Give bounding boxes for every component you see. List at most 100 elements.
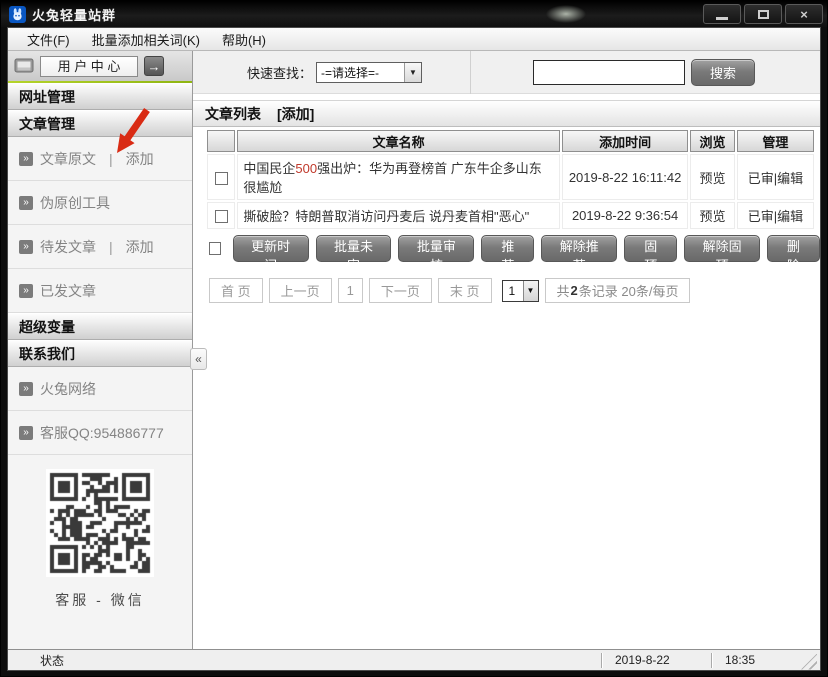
next-page-button[interactable]: 下一页: [369, 278, 432, 303]
unrecommend-button[interactable]: 解除推荐: [541, 235, 617, 262]
keyword-highlight: 500: [295, 161, 317, 176]
add-article-link[interactable]: [添加]: [277, 104, 314, 124]
quick-find-select[interactable]: -=请选择=- ▼: [316, 62, 422, 83]
sidebar-section-article-management[interactable]: 文章管理: [8, 110, 192, 137]
article-title: 撕破脸？特朗普取消访问丹麦后 说丹麦首相"恶心": [237, 202, 560, 229]
sidebar-section-super-variables[interactable]: 超级变量: [8, 313, 192, 340]
pagination: 首 页 上一页 1 下一页 末 页 1 ▼ 共2条记录 20条/每页: [209, 278, 820, 303]
close-icon: ×: [800, 7, 808, 22]
article-list-header: 文章列表 [添加]: [193, 100, 820, 127]
divider: [470, 51, 471, 94]
sidebar-section-contact-us[interactable]: 联系我们: [8, 340, 192, 367]
column-manage: 管理: [737, 130, 814, 152]
sidebar-item-label: 客服QQ:954886777: [40, 423, 164, 443]
table-row: 撕破脸？特朗普取消访问丹麦后 说丹麦首相"恶心" 2019-8-22 9:36:…: [207, 202, 814, 229]
sidebar-item-label: 已发文章: [40, 281, 96, 301]
chevron-right-icon: »: [19, 196, 33, 210]
record-count: 2: [571, 283, 578, 298]
article-time: 2019-8-22 16:11:42: [562, 154, 688, 200]
content-area: 用 户 中 心 → 网址管理 文章管理 » 文章原文 | 添加 » 伪原创工具: [8, 51, 820, 649]
titlebar: 火兔轻量站群 ×: [1, 1, 827, 27]
column-checkbox: [207, 130, 235, 152]
search-input[interactable]: [533, 60, 685, 85]
arrow-right-button[interactable]: →: [144, 56, 164, 76]
chevron-right-icon: »: [19, 240, 33, 254]
status-label: 状态: [40, 652, 64, 669]
column-view: 浏览: [690, 130, 735, 152]
chevron-down-icon: ▼: [404, 63, 421, 82]
menu-file[interactable]: 文件(F): [16, 28, 81, 50]
sidebar: 用 户 中 心 → 网址管理 文章管理 » 文章原文 | 添加 » 伪原创工具: [8, 51, 193, 649]
sidebar-item-service-qq[interactable]: » 客服QQ:954886777: [8, 411, 192, 455]
minimize-icon: [716, 17, 728, 20]
close-button[interactable]: ×: [785, 4, 823, 24]
user-center-button[interactable]: 用 户 中 心: [40, 56, 138, 77]
sidebar-item-article-original[interactable]: » 文章原文 | 添加: [8, 137, 192, 181]
window-controls: ×: [703, 4, 823, 24]
batch-review-button[interactable]: 批量审核: [398, 235, 474, 262]
window-body: 文件(F) 批量添加相关词(K) 帮助(H) 用 户 中 心 → 网址管理: [7, 27, 821, 671]
update-time-button[interactable]: 更新时间: [233, 235, 309, 262]
statusbar: 状态 2019-8-22 18:35: [8, 649, 820, 670]
preview-link[interactable]: 预览: [690, 202, 735, 229]
column-add-time: 添加时间: [562, 130, 688, 152]
menubar: 文件(F) 批量添加相关词(K) 帮助(H): [8, 28, 820, 51]
menu-help[interactable]: 帮助(H): [211, 28, 277, 50]
current-page-indicator: 1: [338, 278, 363, 303]
rabbit-logo-icon: [9, 6, 26, 23]
main-panel: 快速查找： -=请选择=- ▼ 搜索 文章列表 [添加]: [193, 51, 820, 649]
sidebar-section-url-management[interactable]: 网址管理: [8, 83, 192, 110]
pin-top-button[interactable]: 固顶: [624, 235, 677, 262]
unpin-top-button[interactable]: 解除固顶: [684, 235, 760, 262]
select-value: -=请选择=-: [317, 64, 404, 81]
page-select-value: 1: [503, 284, 523, 298]
page-select[interactable]: 1 ▼: [502, 280, 539, 302]
collapse-sidebar-button[interactable]: «: [190, 348, 207, 370]
minimize-button[interactable]: [703, 4, 741, 24]
separator: |: [103, 151, 119, 167]
column-article-name: 文章名称: [237, 130, 560, 152]
record-summary: 共2条记录 20条/每页: [545, 278, 691, 303]
sidebar-item-pending-articles[interactable]: » 待发文章 | 添加: [8, 225, 192, 269]
quick-find-label: 快速查找：: [247, 63, 312, 82]
table-row: 中国民企500强出炉：华为再登榜首 广东牛企多山东很尴尬 2019-8-22 1…: [207, 154, 814, 200]
recommend-button[interactable]: 推荐: [481, 235, 534, 262]
search-button[interactable]: 搜索: [691, 59, 755, 86]
chevron-down-icon: ▼: [523, 281, 538, 301]
window-title: 火兔轻量站群: [32, 5, 116, 24]
list-title: 文章列表: [205, 104, 261, 124]
article-time: 2019-8-22 9:36:54: [562, 202, 688, 229]
sidebar-item-published-articles[interactable]: » 已发文章: [8, 269, 192, 313]
delete-button[interactable]: 删除: [767, 235, 820, 262]
article-title: 中国民企500强出炉：华为再登榜首 广东牛企多山东很尴尬: [237, 154, 560, 200]
row-checkbox[interactable]: [215, 210, 228, 223]
quick-find-bar: 快速查找： -=请选择=- ▼ 搜索: [193, 51, 820, 94]
maximize-button[interactable]: [744, 4, 782, 24]
last-page-button[interactable]: 末 页: [438, 278, 492, 303]
row-checkbox[interactable]: [215, 172, 228, 185]
resize-grip-icon[interactable]: [801, 654, 817, 670]
maximize-icon: [758, 10, 769, 19]
sidebar-item-huotu-network[interactable]: » 火兔网络: [8, 367, 192, 411]
separator: |: [103, 239, 119, 255]
sidebar-item-label: 文章原文: [40, 149, 96, 169]
preview-link[interactable]: 预览: [690, 154, 735, 200]
first-page-button[interactable]: 首 页: [209, 278, 263, 303]
batch-unreview-button[interactable]: 批量未审: [316, 235, 392, 262]
manage-links[interactable]: 已审|编辑: [737, 154, 814, 200]
sidebar-item-label: 伪原创工具: [40, 193, 110, 213]
chevron-right-icon: »: [19, 382, 33, 396]
menu-batch-add-keywords[interactable]: 批量添加相关词(K): [81, 28, 211, 50]
add-link[interactable]: 添加: [126, 149, 154, 169]
sidebar-item-pseudo-original-tool[interactable]: » 伪原创工具: [8, 181, 192, 225]
table-header-row: 文章名称 添加时间 浏览 管理: [207, 130, 814, 152]
manage-links[interactable]: 已审|编辑: [737, 202, 814, 229]
chevron-right-icon: »: [19, 284, 33, 298]
chevron-right-icon: »: [19, 152, 33, 166]
sidebar-item-label: 待发文章: [40, 237, 96, 257]
prev-page-button[interactable]: 上一页: [269, 278, 332, 303]
sidebar-item-label: 火兔网络: [40, 379, 96, 399]
add-link[interactable]: 添加: [126, 237, 154, 257]
select-all-checkbox[interactable]: [209, 242, 221, 255]
qr-code: [46, 469, 154, 577]
